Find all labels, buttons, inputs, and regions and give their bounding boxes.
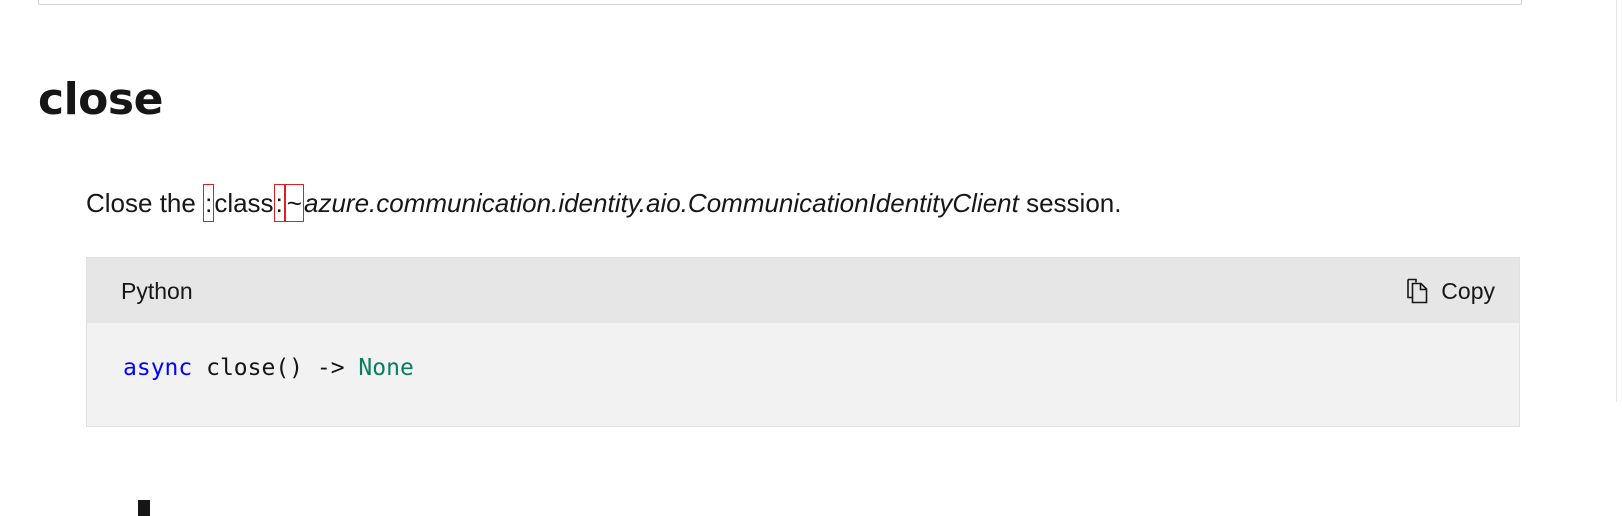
summary-prefix: Close the [86, 188, 204, 218]
scrollbar-track[interactable] [1616, 0, 1617, 402]
code-block-header: Python Copy [87, 258, 1519, 323]
summary-class-reference: azure.communication.identity.aio.Communi… [303, 188, 1019, 218]
previous-section-box [38, 0, 1522, 5]
summary-role-word: class [214, 188, 274, 218]
highlighted-colon-1: : [203, 184, 215, 222]
method-heading: close [38, 74, 163, 125]
copy-label: Copy [1441, 277, 1495, 304]
code-block: Python Copy async close() -> None [86, 257, 1520, 427]
highlighted-tilde: ~ [284, 184, 304, 222]
code-signature: async close() -> None [123, 355, 414, 381]
summary-suffix: session. [1018, 188, 1122, 218]
next-heading-partial [138, 500, 150, 516]
method-summary: Close the :class: ~azure.communication.id… [86, 184, 1121, 222]
copy-button[interactable]: Copy [1405, 275, 1495, 307]
code-signature-text: close() -> [192, 355, 359, 381]
highlighted-colon-2: : [273, 184, 285, 222]
code-language-label: Python [121, 278, 193, 304]
code-return-type: None [358, 355, 414, 381]
copy-icon [1407, 278, 1428, 304]
code-keyword: async [123, 355, 193, 381]
